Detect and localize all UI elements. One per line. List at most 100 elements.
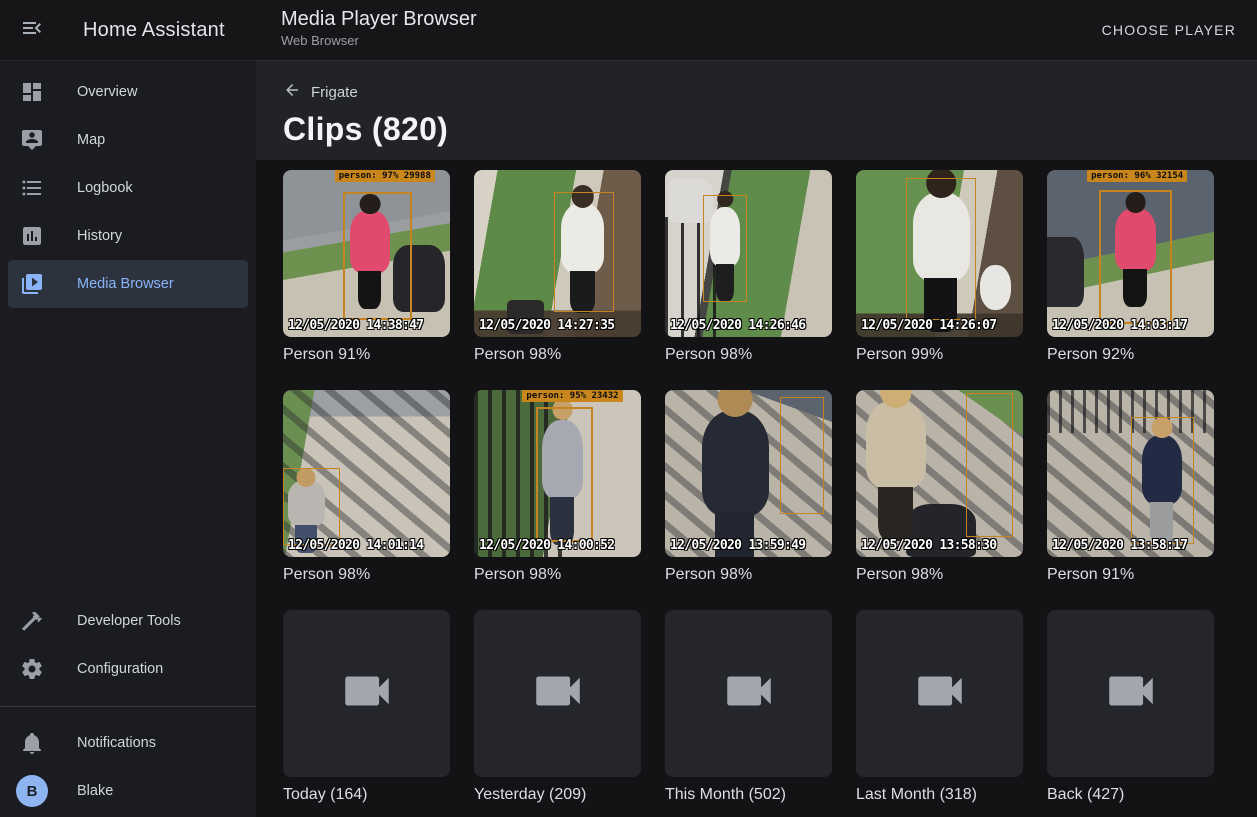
clip-card[interactable]: 12/05/2020 13:59:49 Person 98% — [665, 390, 832, 584]
sidebar-spacer — [0, 308, 256, 597]
content-header: Frigate Clips (820) — [256, 60, 1257, 160]
arrow-left-icon — [283, 81, 311, 103]
sidebar-toggle-button[interactable] — [8, 6, 56, 54]
clip-card[interactable]: person: 96% 32154 12/05/2020 14:03:17 Pe… — [1047, 170, 1214, 364]
clip-card[interactable]: 12/05/2020 13:58:17 Person 91% — [1047, 390, 1214, 584]
folder-label: Back (427) — [1047, 786, 1214, 804]
person-figure — [702, 410, 769, 517]
detection-label: person: 97% 29988 — [335, 170, 435, 182]
gear-icon — [20, 657, 44, 681]
media-browser-panel: Frigate Clips (820) person: 97% 29988 12… — [256, 60, 1257, 817]
clip-caption: Person 92% — [1047, 346, 1214, 364]
breadcrumb-label: Frigate — [311, 84, 358, 101]
clip-timestamp: 12/05/2020 14:38:47 — [288, 318, 423, 333]
detection-bounding-box — [780, 397, 823, 514]
sidebar-item-label: Media Browser — [77, 276, 174, 292]
detection-bounding-box — [343, 192, 411, 321]
person-figure — [866, 400, 926, 490]
clip-caption: Person 98% — [474, 566, 641, 584]
clip-timestamp: 12/05/2020 13:59:49 — [670, 538, 805, 553]
folder-label: Today (164) — [283, 786, 450, 804]
sidebar-item-label: Map — [77, 132, 105, 148]
clip-thumbnail: 12/05/2020 14:27:35 — [474, 170, 641, 337]
app-title: Home Assistant — [83, 19, 225, 42]
folder-thumbnail — [283, 610, 450, 777]
page-title: Clips (820) — [283, 111, 1257, 148]
folder-card-this-month[interactable]: This Month (502) — [665, 610, 832, 804]
user-name: Blake — [77, 783, 113, 799]
clip-thumbnail: person: 95% 23432 12/05/2020 14:00:52 — [474, 390, 641, 557]
folder-card-yesterday[interactable]: Yesterday (209) — [474, 610, 641, 804]
detection-bounding-box — [703, 195, 746, 302]
clip-timestamp: 12/05/2020 14:26:46 — [670, 318, 805, 333]
sidebar-item-user-profile[interactable]: B Blake — [8, 767, 248, 815]
avatar: B — [16, 775, 48, 807]
folder-card-back[interactable]: Back (427) — [1047, 610, 1214, 804]
chart-box-icon — [20, 224, 44, 248]
video-icon — [529, 662, 587, 725]
choose-player-button[interactable]: CHOOSE PLAYER — [1102, 0, 1236, 60]
menu-open-icon — [20, 16, 44, 45]
panel-subtitle: Web Browser — [281, 33, 477, 48]
view-dashboard-icon — [20, 80, 44, 104]
clip-card[interactable]: 12/05/2020 14:26:07 Person 99% — [856, 170, 1023, 364]
sidebar-item-label: Developer Tools — [77, 613, 181, 629]
folder-thumbnail — [1047, 610, 1214, 777]
sidebar-item-logbook[interactable]: Logbook — [8, 164, 248, 212]
detection-bounding-box — [554, 192, 614, 312]
sidebar-item-media-browser[interactable]: Media Browser — [8, 260, 248, 308]
stroller-shape — [1047, 237, 1084, 307]
clip-card[interactable]: 12/05/2020 14:26:46 Person 98% — [665, 170, 832, 364]
clip-timestamp: 12/05/2020 14:03:17 — [1052, 318, 1187, 333]
clip-card[interactable]: 12/05/2020 14:27:35 Person 98% — [474, 170, 641, 364]
panel-title: Media Player Browser — [281, 8, 477, 31]
detection-bounding-box — [1131, 417, 1194, 544]
clip-thumbnail: 12/05/2020 13:59:49 — [665, 390, 832, 557]
clip-caption: Person 98% — [665, 566, 832, 584]
folder-label: This Month (502) — [665, 786, 832, 804]
sidebar-item-label: Configuration — [77, 661, 163, 677]
clip-card[interactable]: person: 95% 23432 12/05/2020 14:00:52 Pe… — [474, 390, 641, 584]
clip-caption: Person 98% — [856, 566, 1023, 584]
clip-thumbnail: 12/05/2020 13:58:17 — [1047, 390, 1214, 557]
folder-card-today[interactable]: Today (164) — [283, 610, 450, 804]
detection-bounding-box — [536, 407, 593, 542]
video-icon — [338, 662, 396, 725]
folder-card-last-month[interactable]: Last Month (318) — [856, 610, 1023, 804]
clip-timestamp: 12/05/2020 13:58:17 — [1052, 538, 1187, 553]
detection-label: person: 95% 23432 — [522, 390, 622, 402]
clip-caption: Person 98% — [283, 566, 450, 584]
detection-bounding-box — [906, 178, 976, 320]
sidebar-item-label: Notifications — [77, 735, 156, 751]
clip-timestamp: 12/05/2020 14:00:52 — [479, 538, 614, 553]
clip-thumbnail: 12/05/2020 14:26:46 — [665, 170, 832, 337]
clip-timestamp: 12/05/2020 14:01:14 — [288, 538, 423, 553]
sidebar-item-map[interactable]: Map — [8, 116, 248, 164]
folder-thumbnail — [856, 610, 1023, 777]
detection-bounding-box — [966, 393, 1013, 537]
clip-caption: Person 99% — [856, 346, 1023, 364]
sidebar-item-history[interactable]: History — [8, 212, 248, 260]
clip-caption: Person 98% — [474, 346, 641, 364]
detection-bounding-box — [283, 468, 340, 545]
clip-caption: Person 91% — [283, 346, 450, 364]
video-icon — [911, 662, 969, 725]
clip-thumbnail: 12/05/2020 13:58:30 — [856, 390, 1023, 557]
sidebar-item-label: Overview — [77, 84, 137, 100]
clip-card[interactable]: person: 97% 29988 12/05/2020 14:38:47 Pe… — [283, 170, 450, 364]
clip-card[interactable]: 12/05/2020 13:58:30 Person 98% — [856, 390, 1023, 584]
format-list-bulleted-icon — [20, 176, 44, 200]
breadcrumb-back[interactable]: Frigate — [283, 81, 1257, 103]
bell-icon — [20, 731, 44, 755]
clip-card[interactable]: 12/05/2020 14:01:14 Person 98% — [283, 390, 450, 584]
clip-caption: Person 98% — [665, 346, 832, 364]
sidebar-item-notifications[interactable]: Notifications — [8, 719, 248, 767]
video-icon — [1102, 662, 1160, 725]
folder-label: Last Month (318) — [856, 786, 1023, 804]
sidebar: Overview Map Logbook History Media Brows… — [0, 60, 256, 817]
sidebar-item-overview[interactable]: Overview — [8, 68, 248, 116]
sidebar-item-developer-tools[interactable]: Developer Tools — [8, 597, 248, 645]
sidebar-item-label: Logbook — [77, 180, 133, 196]
sidebar-item-configuration[interactable]: Configuration — [8, 645, 248, 693]
play-box-multiple-icon — [20, 272, 44, 296]
